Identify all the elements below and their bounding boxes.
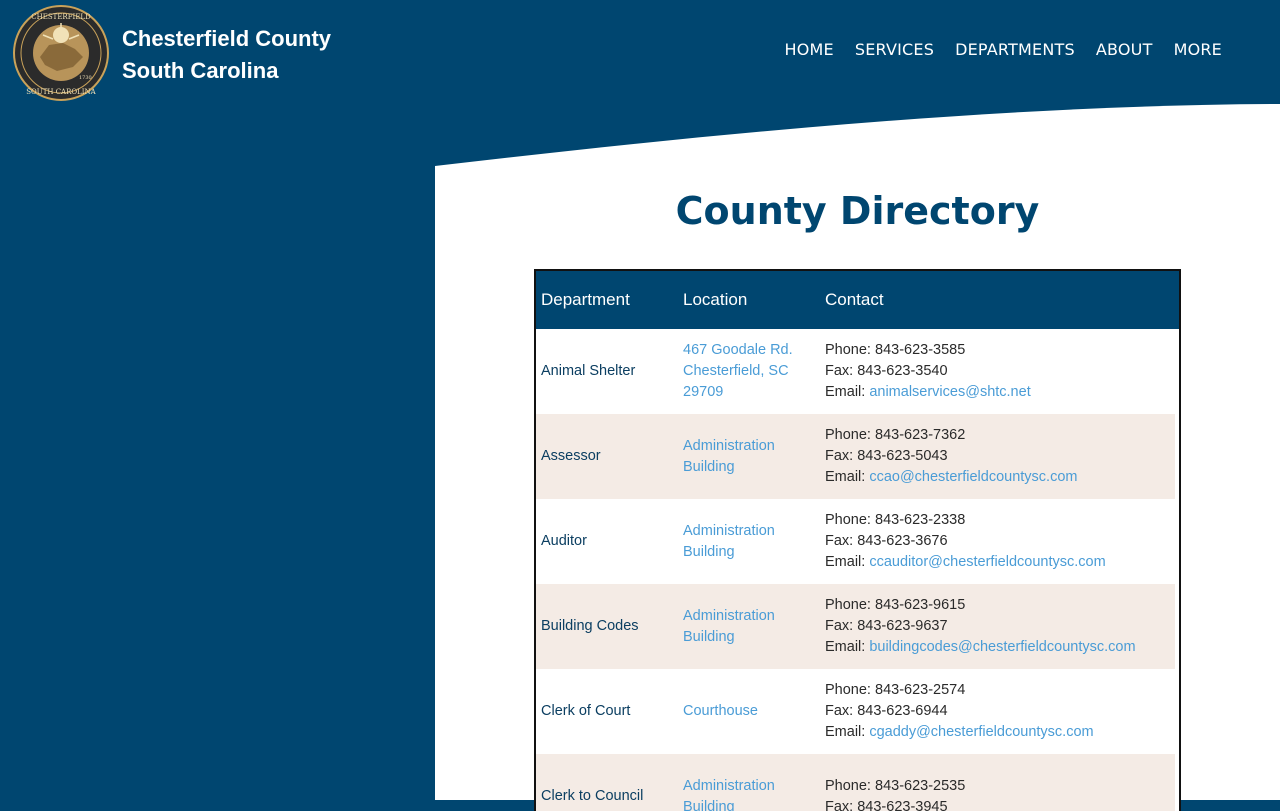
email-link[interactable]: cgaddy@chesterfieldcountysc.com (869, 724, 1093, 740)
fax-label: Fax: (825, 533, 853, 549)
fax-number: 843-623-5043 (857, 448, 947, 464)
location-line: Administration (683, 436, 817, 457)
phone-label: Phone: (825, 342, 871, 358)
phone-number: 843-623-2338 (875, 512, 965, 528)
phone-line: Phone: 843-623-3585 (825, 340, 1175, 361)
location-line: Building (683, 627, 817, 648)
table-row: Building CodesAdministrationBuildingPhon… (536, 584, 1175, 669)
fax-label: Fax: (825, 448, 853, 464)
phone-label: Phone: (825, 512, 871, 528)
location-link[interactable]: 467 Goodale Rd.Chesterfield, SC29709 (683, 340, 825, 403)
email-label: Email: (825, 469, 865, 485)
phone-line: Phone: 843-623-2338 (825, 510, 1175, 531)
table-body: Animal Shelter467 Goodale Rd.Chesterfiel… (536, 329, 1179, 811)
fax-line: Fax: 843-623-3945 (825, 797, 1175, 811)
email-label: Email: (825, 384, 865, 400)
email-link[interactable]: animalservices@shtc.net (869, 384, 1030, 400)
page-title: County Directory (0, 186, 1280, 236)
department-name: Building Codes (536, 616, 683, 637)
fax-number: 843-623-3676 (857, 533, 947, 549)
phone-number: 843-623-3585 (875, 342, 965, 358)
phone-line: Phone: 843-623-2535 (825, 776, 1175, 797)
phone-line: Phone: 843-623-2574 (825, 680, 1175, 701)
fax-line: Fax: 843-623-5043 (825, 446, 1175, 467)
table-row: AuditorAdministrationBuildingPhone: 843-… (536, 499, 1175, 584)
contact-info: Phone: 843-623-2574Fax: 843-623-6944Emai… (825, 680, 1175, 743)
email-line: Email: buildingcodes@chesterfieldcountys… (825, 637, 1175, 658)
email-link[interactable]: ccauditor@chesterfieldcountysc.com (869, 554, 1105, 570)
email-label: Email: (825, 724, 865, 740)
email-label: Email: (825, 639, 865, 655)
phone-label: Phone: (825, 682, 871, 698)
email-line: Email: ccauditor@chesterfieldcountysc.co… (825, 552, 1175, 573)
contact-info: Phone: 843-623-3585Fax: 843-623-3540Emai… (825, 340, 1175, 403)
email-link[interactable]: ccao@chesterfieldcountysc.com (869, 469, 1077, 485)
email-line: Email: ccao@chesterfieldcountysc.com (825, 467, 1175, 488)
location-line: Building (683, 542, 817, 563)
email-line: Email: cgaddy@chesterfieldcountysc.com (825, 722, 1175, 743)
contact-info: Phone: 843-623-9615Fax: 843-623-9637Emai… (825, 595, 1175, 658)
fax-label: Fax: (825, 618, 853, 634)
department-name: Assessor (536, 446, 683, 467)
fax-line: Fax: 843-623-9637 (825, 616, 1175, 637)
phone-label: Phone: (825, 597, 871, 613)
location-line: 29709 (683, 382, 817, 403)
table-row: AssessorAdministrationBuildingPhone: 843… (536, 414, 1175, 499)
table-row: Clerk of CourtCourthouse Phone: 843-623-2… (536, 669, 1175, 754)
phone-number: 843-623-9615 (875, 597, 965, 613)
location-line: Administration (683, 606, 817, 627)
email-line: Email: animalservices@shtc.net (825, 382, 1175, 403)
phone-number: 843-623-7362 (875, 427, 965, 443)
phone-label: Phone: (825, 427, 871, 443)
location-line: Administration (683, 776, 817, 797)
department-name: Animal Shelter (536, 361, 683, 382)
header-location: Location (683, 290, 825, 310)
table-header: Department Location Contact (536, 271, 1179, 329)
department-name: Clerk to Council (536, 786, 683, 807)
phone-line: Phone: 843-623-9615 (825, 595, 1175, 616)
contact-info: Phone: 843-623-2338Fax: 843-623-3676Emai… (825, 510, 1175, 573)
contact-info: Phone: 843-623-2535Fax: 843-623-3945 (825, 776, 1175, 811)
phone-label: Phone: (825, 778, 871, 794)
email-label: Email: (825, 554, 865, 570)
location-link[interactable]: AdministrationBuilding (683, 436, 825, 478)
phone-number: 843-623-2535 (875, 778, 965, 794)
location-link[interactable]: AdministrationBuilding (683, 521, 825, 563)
fax-number: 843-623-6944 (857, 703, 947, 719)
location-link[interactable]: Courthouse (683, 701, 825, 722)
fax-label: Fax: (825, 703, 853, 719)
header-contact: Contact (825, 290, 1179, 310)
directory-table: Department Location Contact Animal Shelt… (534, 269, 1181, 811)
department-name: Clerk of Court (536, 701, 683, 722)
fax-number: 843-623-3540 (857, 363, 947, 379)
fax-number: 843-623-9637 (857, 618, 947, 634)
location-line: 467 Goodale Rd. (683, 340, 817, 361)
location-line: Administration (683, 521, 817, 542)
fax-line: Fax: 843-623-3676 (825, 531, 1175, 552)
location-line: Building (683, 457, 817, 478)
location-line: Chesterfield, SC (683, 361, 817, 382)
phone-number: 843-623-2574 (875, 682, 965, 698)
location-line: Building (683, 797, 817, 811)
fax-line: Fax: 843-623-3540 (825, 361, 1175, 382)
department-name: Auditor (536, 531, 683, 552)
contact-info: Phone: 843-623-7362Fax: 843-623-5043Emai… (825, 425, 1175, 488)
table-row: Clerk to CouncilAdministrationBuildingPh… (536, 754, 1175, 811)
fax-number: 843-623-3945 (857, 799, 947, 811)
table-row: Animal Shelter467 Goodale Rd.Chesterfiel… (536, 329, 1175, 414)
fax-line: Fax: 843-623-6944 (825, 701, 1175, 722)
fax-label: Fax: (825, 799, 853, 811)
fax-label: Fax: (825, 363, 853, 379)
location-line: Courthouse (683, 701, 817, 722)
phone-line: Phone: 843-623-7362 (825, 425, 1175, 446)
header-department: Department (536, 290, 683, 310)
location-link[interactable]: AdministrationBuilding (683, 606, 825, 648)
email-link[interactable]: buildingcodes@chesterfieldcountysc.com (869, 639, 1135, 655)
location-link[interactable]: AdministrationBuilding (683, 776, 825, 811)
